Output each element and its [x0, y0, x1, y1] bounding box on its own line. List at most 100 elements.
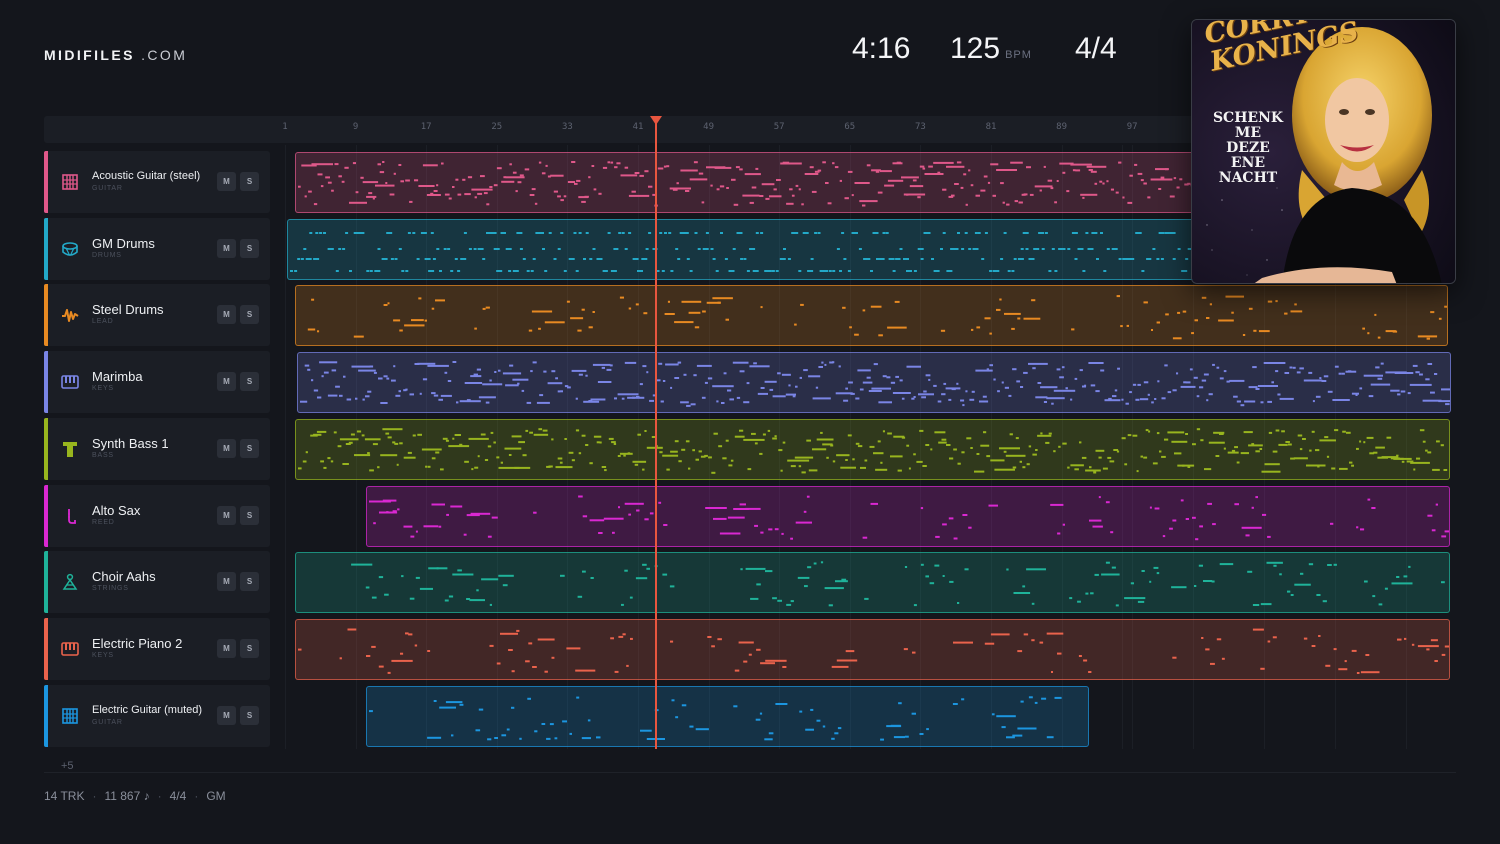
midi-note: [1130, 582, 1134, 585]
midi-note: [920, 506, 924, 509]
midi-note: [662, 454, 679, 457]
mute-button[interactable]: M: [217, 305, 236, 325]
playhead-marker[interactable]: [650, 116, 662, 125]
midi-note: [732, 361, 749, 364]
mute-button[interactable]: M: [217, 638, 236, 658]
midi-note: [872, 231, 879, 234]
track-header[interactable]: Alto Sax REED M S: [44, 484, 270, 547]
mute-button[interactable]: M: [217, 705, 236, 725]
midi-note: [427, 736, 442, 739]
midi-note: [1290, 310, 1303, 313]
midi-note: [493, 441, 496, 444]
track-region[interactable]: [295, 152, 1200, 213]
midi-note: [464, 460, 469, 463]
midi-note: [942, 575, 945, 578]
solo-button[interactable]: S: [240, 572, 259, 592]
mute-button[interactable]: M: [217, 238, 236, 258]
mute-button[interactable]: M: [217, 572, 236, 592]
track-region[interactable]: [366, 485, 1450, 547]
midi-note: [1338, 668, 1348, 671]
midi-note: [593, 188, 597, 191]
track-header[interactable]: Synth Bass 1 BASS M S: [44, 417, 270, 480]
midi-note: [1171, 440, 1188, 443]
track-region[interactable]: [295, 618, 1450, 680]
midi-note: [805, 728, 814, 731]
midi-note: [415, 577, 420, 580]
track-header[interactable]: Marimba KEYS M S: [44, 351, 270, 414]
mute-button[interactable]: M: [217, 505, 236, 525]
midi-note: [1110, 188, 1114, 191]
track-region[interactable]: [295, 418, 1450, 480]
separator: ·: [194, 789, 199, 803]
midi-note: [1174, 452, 1182, 455]
track-region[interactable]: [297, 352, 1451, 414]
ruler-bar-label: 57: [773, 122, 785, 132]
solo-button[interactable]: S: [240, 705, 259, 725]
track-header[interactable]: Acoustic Guitar (steel) GUITAR M S: [44, 151, 270, 213]
midi-note: [685, 190, 690, 192]
midi-note: [1127, 433, 1132, 436]
midi-note: [399, 329, 403, 332]
midi-note: [746, 382, 750, 385]
midi-note: [1375, 446, 1385, 449]
mute-button[interactable]: M: [217, 438, 236, 458]
midi-note: [794, 323, 797, 326]
midi-note: [341, 180, 345, 183]
midi-note: [1033, 247, 1040, 250]
midi-note: [1426, 648, 1430, 651]
midi-note: [372, 442, 378, 445]
mute-button[interactable]: M: [217, 372, 236, 392]
solo-button[interactable]: S: [240, 505, 259, 525]
midi-note: [512, 171, 517, 174]
track-region[interactable]: [366, 685, 1089, 747]
midi-note: [575, 669, 596, 672]
midi-note: [963, 173, 967, 176]
midi-note: [1074, 468, 1079, 471]
midi-note: [836, 247, 840, 250]
track-category: KEYS: [92, 385, 114, 393]
track-region[interactable]: [287, 218, 1200, 280]
midi-note: [974, 470, 985, 473]
midi-note: [1432, 468, 1440, 471]
midi-note: [775, 702, 788, 705]
track-header[interactable]: Electric Guitar (muted) GUITAR M S: [44, 684, 270, 747]
midi-note: [355, 397, 358, 400]
track-header[interactable]: GM Drums DRUMS M S: [44, 217, 270, 280]
midi-note: [681, 703, 687, 706]
track-region[interactable]: [295, 285, 1448, 347]
midi-note: [379, 171, 385, 174]
track-region[interactable]: [295, 552, 1450, 614]
midi-note: [935, 269, 939, 272]
midi-note: [383, 375, 388, 378]
midi-note: [435, 451, 440, 454]
midi-note: [1085, 469, 1101, 472]
midi-note: [368, 192, 373, 195]
track-header[interactable]: Electric Piano 2 KEYS M S: [44, 617, 270, 680]
midi-note: [1309, 449, 1312, 452]
solo-button[interactable]: S: [240, 238, 259, 258]
midi-note: [309, 231, 313, 234]
midi-note: [723, 372, 727, 375]
midi-note: [601, 366, 605, 369]
solo-button[interactable]: S: [240, 438, 259, 458]
track-header[interactable]: Steel Drums LEAD M S: [44, 284, 270, 347]
midi-note: [436, 247, 440, 250]
midi-note: [1236, 461, 1240, 464]
mute-button[interactable]: M: [217, 172, 236, 191]
midi-note: [596, 441, 600, 444]
solo-button[interactable]: S: [240, 305, 259, 325]
midi-note: [624, 166, 629, 169]
solo-button[interactable]: S: [240, 172, 259, 191]
midi-note: [1089, 465, 1092, 468]
midi-note: [575, 397, 578, 400]
more-tracks-link[interactable]: +5: [61, 760, 74, 772]
track-header[interactable]: Choir Aahs STRINGS M S: [44, 551, 270, 614]
solo-button[interactable]: S: [240, 372, 259, 392]
midi-note: [1441, 388, 1450, 391]
playhead[interactable]: [655, 120, 657, 749]
site-logo[interactable]: MIDIFILES .COM: [44, 47, 187, 63]
midi-note: [417, 362, 436, 365]
solo-button[interactable]: S: [240, 638, 259, 658]
midi-note: [1101, 573, 1120, 576]
midi-note: [880, 170, 892, 173]
